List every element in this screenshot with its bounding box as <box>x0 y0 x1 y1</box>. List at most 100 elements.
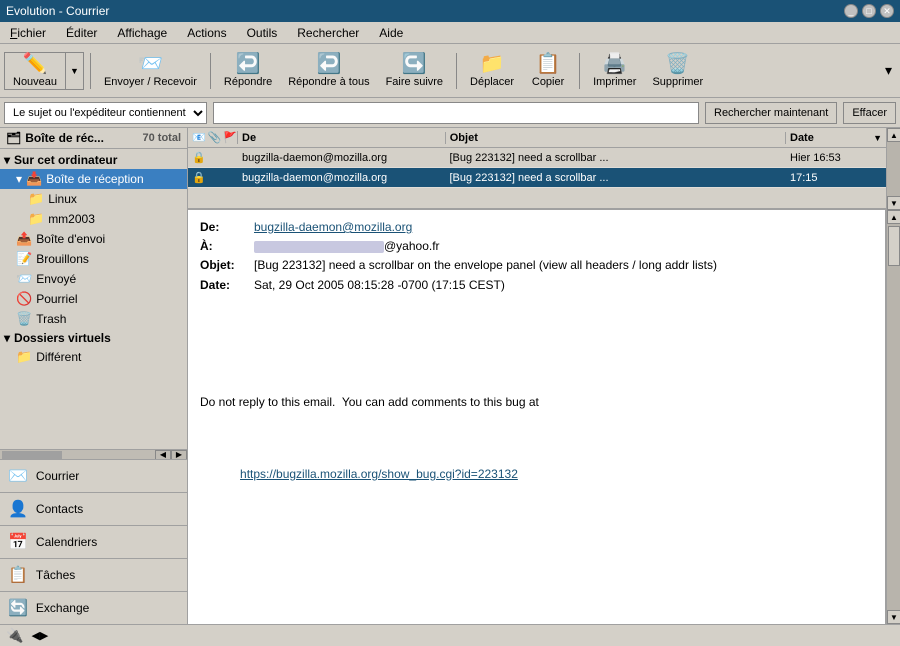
sidebar-item-sent[interactable]: 📨 Envoyé <box>0 269 187 289</box>
menu-aide[interactable]: Aide <box>373 24 409 42</box>
sidebar-scrollbar[interactable]: ◀ ▶ <box>0 449 187 459</box>
email-list-scroll-up[interactable]: ▲ <box>887 128 900 142</box>
toolbar-overflow[interactable]: ▾ <box>881 58 896 83</box>
maximize-button[interactable]: □ <box>862 4 876 18</box>
email-view-area: De: bugzilla-daemon@mozilla.org À: @yaho… <box>188 210 900 624</box>
junk-label: Pourriel <box>36 292 77 306</box>
menu-actions[interactable]: Actions <box>181 24 232 42</box>
move-button[interactable]: 📁 Déplacer <box>463 48 521 94</box>
mail-nav-label: Courrier <box>36 469 79 483</box>
delete-button[interactable]: 🗑️ Supprimer <box>645 48 710 94</box>
email-header-section: De: bugzilla-daemon@mozilla.org À: @yaho… <box>200 218 873 295</box>
email-view-scroll-up[interactable]: ▲ <box>887 210 900 224</box>
sidebar-item-trash[interactable]: 🗑️ Trash <box>0 309 187 329</box>
email-list-scroll-down[interactable]: ▼ <box>887 196 900 210</box>
to-domain: @yahoo.fr <box>384 239 440 253</box>
minimize-button[interactable]: _ <box>844 4 858 18</box>
email-body: Do not reply to this email. You can add … <box>200 303 873 624</box>
new-button-main[interactable]: ✏️ Nouveau <box>5 52 65 90</box>
close-button[interactable]: ✕ <box>880 4 894 18</box>
col-date[interactable]: Date ▼ <box>786 132 886 144</box>
print-button[interactable]: 🖨️ Imprimer <box>586 48 643 94</box>
menu-rechercher[interactable]: Rechercher <box>291 24 365 42</box>
body-line-2: Do not reply to this email. You can add … <box>200 393 873 411</box>
email-row-2[interactable]: 🔒 bugzilla-daemon@mozilla.org [Bug 22313… <box>188 168 886 188</box>
filter-select[interactable]: Le sujet ou l'expéditeur contiennent <box>4 102 207 124</box>
subject-label: Objet: <box>200 256 250 275</box>
sidebar-inbox-header[interactable]: 🗂 Boîte de réc... 70 total <box>0 128 187 149</box>
new-button-dropdown[interactable]: ▼ <box>65 53 83 89</box>
window-controls: _ □ ✕ <box>844 4 894 18</box>
menu-outils[interactable]: Outils <box>241 24 284 42</box>
sidebar-item-different[interactable]: 📁 Différent <box>0 347 187 367</box>
sidebar-nav-exchange[interactable]: 🔄 Exchange <box>0 592 187 624</box>
filter-bar: Le sujet ou l'expéditeur contiennent Rec… <box>0 98 900 128</box>
email-2-subject: [Bug 223132] need a scrollbar ... <box>446 172 787 184</box>
email-list-scrollbar[interactable]: ▲ ▼ <box>886 128 900 210</box>
sidebar-item-junk[interactable]: 🚫 Pourriel <box>0 289 187 309</box>
new-button-container[interactable]: ✏️ Nouveau ▼ <box>4 52 84 90</box>
sidebar-item-mm2003[interactable]: 📁 mm2003 <box>0 209 187 229</box>
sidebar-nav-contacts[interactable]: 👤 Contacts <box>0 493 187 526</box>
window-title: Evolution - Courrier <box>6 4 109 18</box>
status-bar: 🔌 ◀▶ <box>0 624 900 646</box>
body-link-1: https://bugzilla.mozilla.org/show_bug.cg… <box>200 447 873 501</box>
search-now-button[interactable]: Rechercher maintenant <box>705 102 837 124</box>
clear-filter-button[interactable]: Effacer <box>843 102 896 124</box>
email-from-row: De: bugzilla-daemon@mozilla.org <box>200 218 873 237</box>
print-icon: 🖨️ <box>602 54 627 74</box>
reply-all-label: Répondre à tous <box>288 76 369 88</box>
sidebar-computer-section[interactable]: ▾ Sur cet ordinateur <box>0 151 187 169</box>
sidebar-scroll-right[interactable]: ▶ <box>171 450 187 460</box>
body-line-1 <box>200 339 873 357</box>
copy-button[interactable]: 📋 Copier <box>523 48 573 94</box>
email-view-scroll-down[interactable]: ▼ <box>887 610 900 624</box>
from-link[interactable]: bugzilla-daemon@mozilla.org <box>254 220 412 234</box>
sidebar-scroll-left[interactable]: ◀ <box>155 450 171 460</box>
bugzilla-link-1[interactable]: https://bugzilla.mozilla.org/show_bug.cg… <box>240 467 518 481</box>
subject-value: [Bug 223132] need a scrollbar on the env… <box>254 256 717 275</box>
contacts-nav-label: Contacts <box>36 502 83 516</box>
sidebar-item-outbox[interactable]: 📤 Boîte d'envoi <box>0 229 187 249</box>
sidebar-item-linux[interactable]: 📁 Linux <box>0 189 187 209</box>
right-panel: 📧 📎 🚩 De Objet Date ▼ 🔒 <box>188 128 900 624</box>
linux-label: Linux <box>48 192 77 206</box>
email-2-lock-icon: 🔒 <box>192 171 206 184</box>
email-1-from: bugzilla-daemon@mozilla.org <box>238 152 446 164</box>
outbox-icon: 📤 <box>16 231 32 247</box>
sidebar-scroll-arrows: ◀ ▶ <box>155 450 187 460</box>
col-from[interactable]: De <box>238 132 446 144</box>
mm2003-folder-icon: 📁 <box>28 211 44 227</box>
email-row-1[interactable]: 🔒 bugzilla-daemon@mozilla.org [Bug 22313… <box>188 148 886 168</box>
col-subject[interactable]: Objet <box>446 132 786 144</box>
menu-editer[interactable]: Éditer <box>60 24 103 42</box>
menu-affichage[interactable]: Affichage <box>111 24 173 42</box>
send-receive-button[interactable]: 📨 Envoyer / Recevoir <box>97 48 204 94</box>
sidebar-folders: ▾ Sur cet ordinateur ▾ 📥 Boîte de récept… <box>0 149 187 449</box>
tasks-nav-icon: 📋 <box>8 565 28 585</box>
toolbar-separator-4 <box>579 53 580 89</box>
reply-button[interactable]: ↩️ Répondre <box>217 48 279 94</box>
toolbar-separator-2 <box>210 53 211 89</box>
sidebar-item-inbox[interactable]: ▾ 📥 Boîte de réception <box>0 169 187 189</box>
sidebar-virtual-section[interactable]: ▾ Dossiers virtuels <box>0 329 187 347</box>
toolbar-separator-3 <box>456 53 457 89</box>
sidebar-nav-tasks[interactable]: 📋 Tâches <box>0 559 187 592</box>
to-blurred <box>254 241 384 253</box>
different-folder-icon: 📁 <box>16 349 32 365</box>
sidebar-nav-calendars[interactable]: 📅 Calendriers <box>0 526 187 559</box>
reply-all-button[interactable]: ↩️ Répondre à tous <box>281 48 376 94</box>
reply-icon: ↩️ <box>236 54 261 74</box>
computer-section-label: Sur cet ordinateur <box>14 153 117 167</box>
filter-input[interactable] <box>213 102 699 124</box>
sidebar-item-drafts[interactable]: 📝 Brouillons <box>0 249 187 269</box>
sidebar-nav-mail[interactable]: ✉️ Courrier <box>0 460 187 493</box>
copy-label: Copier <box>532 76 564 88</box>
menu-bar: Fichier Éditer Affichage Actions Outils … <box>0 22 900 44</box>
to-value: @yahoo.fr <box>254 237 440 256</box>
forward-button[interactable]: ↪️ Faire suivre <box>379 48 450 94</box>
menu-fichier[interactable]: Fichier <box>4 24 52 42</box>
sidebar-scroll-thumb <box>2 451 62 459</box>
sidebar: 🗂 Boîte de réc... 70 total ▾ Sur cet ord… <box>0 128 188 624</box>
email-view-scrollbar[interactable]: ▲ ▼ <box>886 210 900 624</box>
